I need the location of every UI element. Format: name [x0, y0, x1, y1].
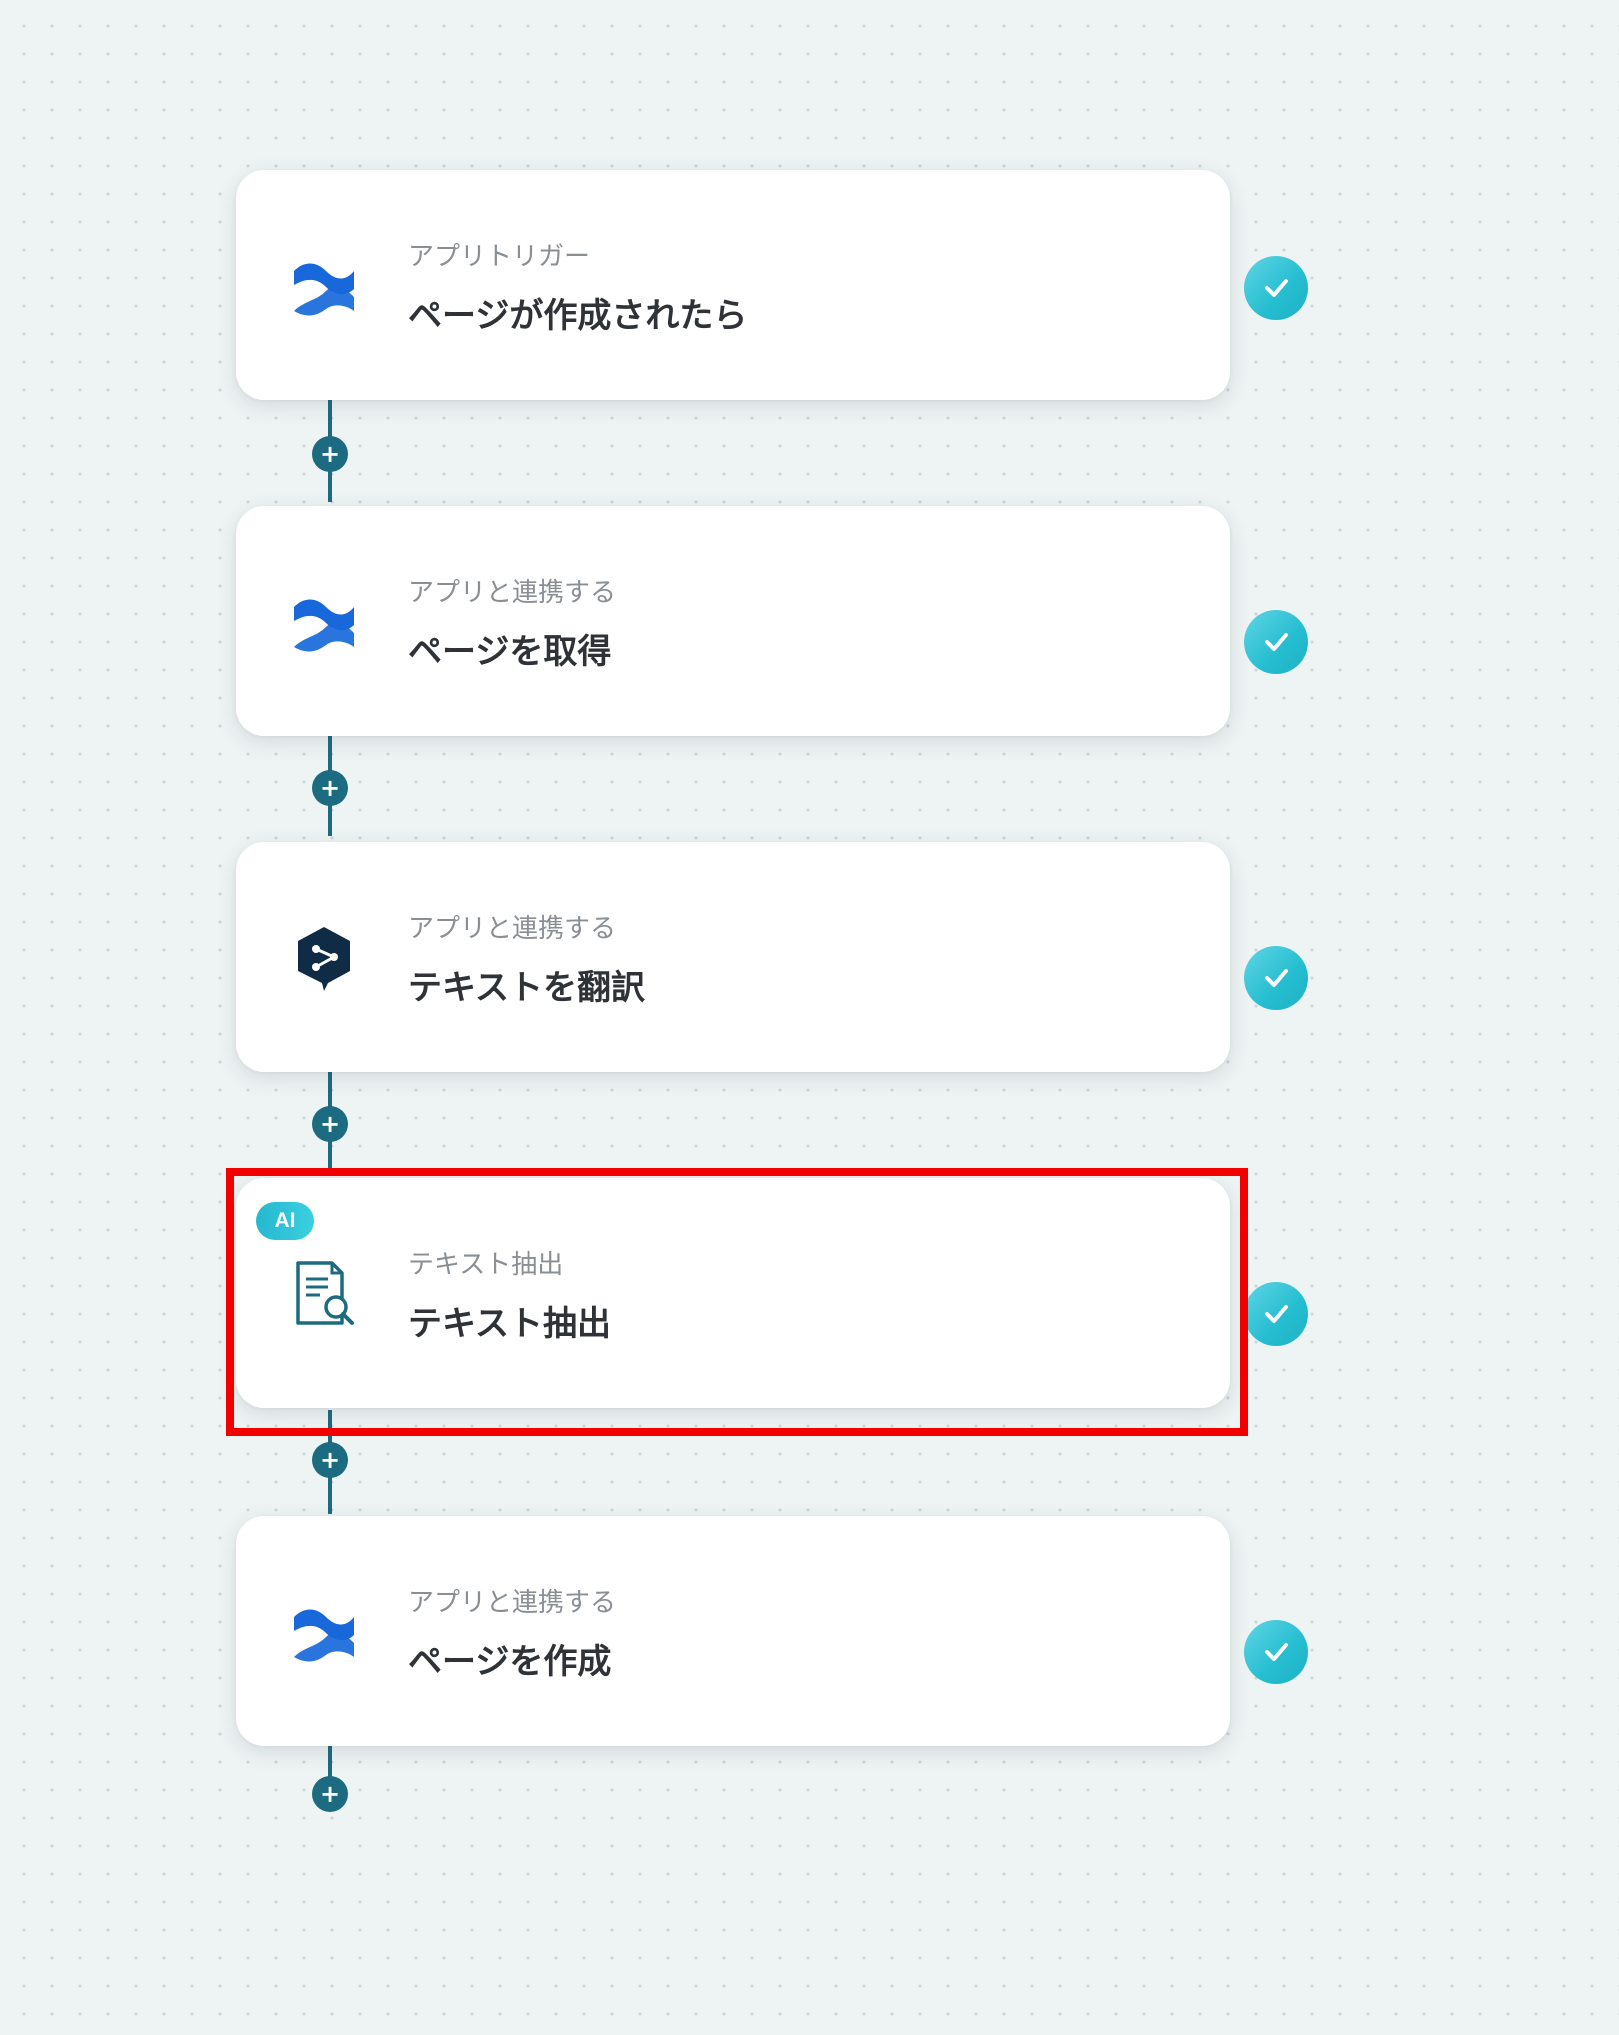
check-icon	[1244, 1620, 1308, 1684]
confluence-icon	[288, 249, 360, 321]
step-type-label: アプリトリガー	[408, 242, 591, 272]
add-step-button[interactable]: +	[312, 1106, 348, 1142]
step-title: ページが作成されたら	[408, 296, 748, 336]
flow-step-card[interactable]: アプリと連携する ページを取得	[236, 506, 1230, 736]
step-type-label: アプリと連携する	[408, 914, 617, 944]
add-step-button[interactable]: +	[312, 770, 348, 806]
flow-step-card[interactable]: アプリと連携する テキストを翻訳	[236, 842, 1230, 1072]
flow-step-card[interactable]: アプリと連携する ページを作成	[236, 1516, 1230, 1746]
deepl-icon	[288, 921, 360, 993]
flow-canvas: + + + + + アプリトリガー ページが作成されたら アプリと連携する ペー…	[0, 0, 1619, 2035]
document-search-icon	[288, 1257, 360, 1329]
step-title: ページを作成	[408, 1642, 612, 1682]
confluence-icon	[288, 585, 360, 657]
confluence-icon	[288, 1595, 360, 1667]
flow-step-card[interactable]: アプリトリガー ページが作成されたら	[236, 170, 1230, 400]
ai-badge: AI	[256, 1202, 314, 1240]
step-title: ページを取得	[408, 632, 612, 672]
step-type-label: テキスト抽出	[408, 1250, 564, 1280]
add-step-button[interactable]: +	[312, 1776, 348, 1812]
add-step-button[interactable]: +	[312, 436, 348, 472]
step-title: テキスト抽出	[408, 1304, 611, 1344]
check-icon	[1244, 946, 1308, 1010]
check-icon	[1244, 1282, 1308, 1346]
step-title: テキストを翻訳	[408, 968, 645, 1008]
flow-step-card[interactable]: AI テキスト抽出 テキスト抽出	[236, 1178, 1230, 1408]
add-step-button[interactable]: +	[312, 1442, 348, 1478]
step-type-label: アプリと連携する	[408, 578, 617, 608]
step-type-label: アプリと連携する	[408, 1588, 617, 1618]
check-icon	[1244, 256, 1308, 320]
check-icon	[1244, 610, 1308, 674]
